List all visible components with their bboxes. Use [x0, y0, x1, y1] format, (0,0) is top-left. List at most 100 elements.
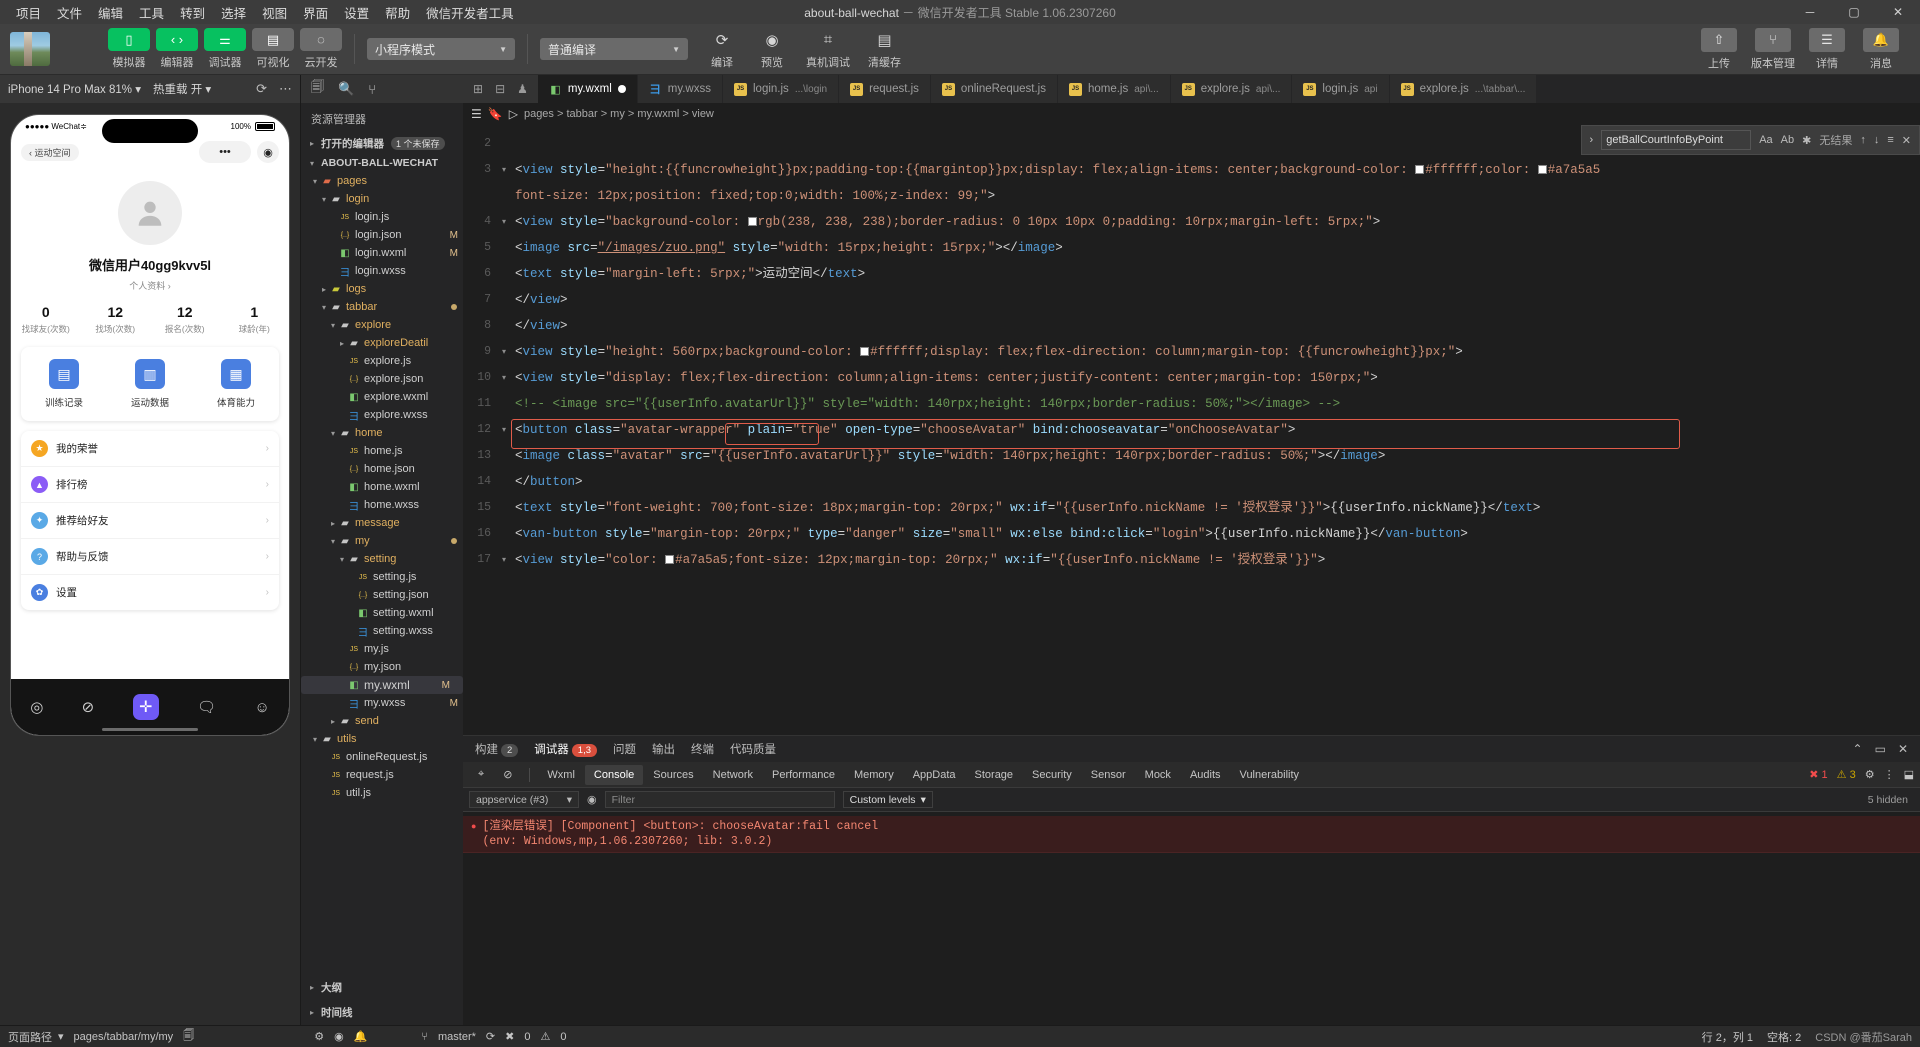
- tree-item[interactable]: ◧ home.wxml: [301, 478, 463, 496]
- tree-arrow-icon[interactable]: ▸: [328, 519, 338, 528]
- chat-icon[interactable]: 🗨: [197, 698, 216, 716]
- editor-tab[interactable]: JS onlineRequest.js: [930, 75, 1058, 103]
- menu-item-3[interactable]: 工具: [131, 0, 172, 25]
- tree-item[interactable]: ▸ ▰ send: [301, 712, 463, 730]
- fold-marker[interactable]: ▾: [497, 157, 511, 183]
- chevron-right-icon[interactable]: ›: [1590, 134, 1594, 146]
- find-previous-icon[interactable]: ↑: [1860, 134, 1866, 146]
- close-capsule[interactable]: ◉: [257, 141, 279, 163]
- status-settings-icon[interactable]: ⚙: [314, 1030, 324, 1043]
- close-button[interactable]: ✕: [1876, 0, 1920, 24]
- menu-item-8[interactable]: 设置: [336, 0, 377, 25]
- status-error-count[interactable]: 0: [524, 1031, 530, 1043]
- sliders-toggle[interactable]: ⚌ 调试器: [204, 28, 246, 70]
- list-item[interactable]: ★ 我的荣誉 ›: [21, 431, 279, 467]
- status-warn-count[interactable]: 0: [560, 1031, 566, 1043]
- console-levels-select[interactable]: Custom levels ▾: [842, 791, 933, 808]
- tree-item[interactable]: JS onlineRequest.js: [301, 748, 463, 766]
- tree-item[interactable]: JS home.js: [301, 442, 463, 460]
- devtools-tab-memory[interactable]: Memory: [845, 765, 903, 785]
- warning-count-group[interactable]: ⚠ 3: [1837, 768, 1856, 781]
- fold-marker[interactable]: [497, 313, 511, 339]
- search-icon[interactable]: 🔍: [338, 81, 354, 97]
- tree-item[interactable]: ▾ ▰ login: [301, 190, 463, 208]
- tree-item[interactable]: 彐 my.wxss M: [301, 694, 463, 712]
- tree-arrow-icon[interactable]: ▾: [310, 177, 320, 186]
- regex-icon[interactable]: ✱: [1802, 134, 1811, 147]
- close-panel-icon[interactable]: ✕: [1898, 742, 1908, 756]
- avatar[interactable]: [118, 181, 182, 245]
- split-editor-icon[interactable]: ⊞: [473, 82, 483, 96]
- capsule-buttons[interactable]: •••: [199, 141, 251, 163]
- tree-item[interactable]: 彐 login.wxss: [301, 262, 463, 280]
- page-path-group[interactable]: 页面路径 ▾: [8, 1029, 64, 1045]
- outline-icon[interactable]: ☰: [471, 107, 482, 121]
- toggle-panel-icon[interactable]: ⊟: [495, 82, 505, 96]
- find-widget[interactable]: › Aa Ab ✱ 无结果 ↑ ↓ ≡ ✕: [1580, 125, 1920, 155]
- tree-arrow-icon[interactable]: ▸: [337, 339, 347, 348]
- devtools-tab-security[interactable]: Security: [1023, 765, 1081, 785]
- profile-link[interactable]: 个人资料 ›: [11, 279, 289, 292]
- devtools-tab-sensor[interactable]: Sensor: [1082, 765, 1135, 785]
- upload-button[interactable]: ⇧ 上传: [1698, 27, 1740, 71]
- debugger-tab[interactable]: 终端: [691, 741, 714, 757]
- whole-word-icon[interactable]: Ab: [1781, 134, 1794, 146]
- menu-item-10[interactable]: 微信开发者工具: [418, 0, 522, 25]
- tree-item[interactable]: {..} login.json M: [301, 226, 463, 244]
- code-editor[interactable]: 2 3 4 5 6 7 8 9 10 11 12 13 14 15 16 17 ▾ ▾ ▾ ▾ ▾ ▾ <view st…: [463, 125, 1920, 735]
- tree-item[interactable]: {..} home.json: [301, 460, 463, 478]
- eye-icon[interactable]: ◉: [587, 793, 597, 806]
- tree-item[interactable]: ▾ ▰ setting: [301, 550, 463, 568]
- copy-icon[interactable]: 🗐: [183, 1027, 194, 1046]
- tree-arrow-icon[interactable]: ▾: [328, 321, 338, 330]
- layout-toggle[interactable]: ▤ 可视化: [252, 28, 294, 70]
- hot-reload-toggle[interactable]: 热重载 开 ▾: [153, 81, 211, 97]
- dock-icon[interactable]: ⬓: [1904, 768, 1914, 781]
- fold-marker[interactable]: [497, 391, 511, 417]
- more-icon[interactable]: ⋮: [1884, 768, 1895, 781]
- menu-item-9[interactable]: 帮助: [377, 0, 418, 25]
- fold-marker[interactable]: [497, 287, 511, 313]
- inspect-icon[interactable]: ⌖: [469, 764, 493, 785]
- fold-marker[interactable]: ▾: [497, 365, 511, 391]
- fold-marker[interactable]: ▾: [497, 547, 511, 573]
- tree-item[interactable]: ◧ login.wxml M: [301, 244, 463, 262]
- maximize-button[interactable]: ▢: [1832, 0, 1876, 24]
- tree-item[interactable]: 彐 home.wxss: [301, 496, 463, 514]
- list-item[interactable]: ✿ 设置 ›: [21, 575, 279, 610]
- tree-item[interactable]: ▾ ▰ my: [301, 532, 463, 550]
- eye-button[interactable]: ◉ 预览: [756, 28, 788, 70]
- menu-item-2[interactable]: 编辑: [90, 0, 131, 25]
- editor-tab[interactable]: JS home.js api\...: [1057, 75, 1171, 103]
- tree-item[interactable]: ▸ ▰ message: [301, 514, 463, 532]
- tree-item[interactable]: JS my.js: [301, 640, 463, 658]
- branch-name[interactable]: master*: [438, 1031, 476, 1043]
- status-bell-icon[interactable]: 🔔: [354, 1030, 368, 1043]
- fold-marker[interactable]: ▾: [497, 339, 511, 365]
- bookmark-icon[interactable]: 🔖: [488, 107, 503, 121]
- phone-toggle[interactable]: ▯ 模拟器: [108, 28, 150, 70]
- menu-item-7[interactable]: 界面: [295, 0, 336, 25]
- devtools-tab-audits[interactable]: Audits: [1181, 765, 1230, 785]
- smile-icon[interactable]: ☺: [254, 699, 269, 716]
- devtools-tab-sources[interactable]: Sources: [644, 765, 702, 785]
- compile-select[interactable]: 普通编译 ▼: [540, 38, 688, 60]
- editor-tab[interactable]: JS login.js ...\login: [723, 75, 840, 103]
- tree-item[interactable]: JS util.js: [301, 784, 463, 802]
- bell-button[interactable]: 🔔 消息: [1860, 27, 1902, 71]
- cloud-toggle[interactable]: ◌ 云开发: [300, 28, 342, 70]
- tree-item[interactable]: ▾ ▰ tabbar: [301, 298, 463, 316]
- menu-button[interactable]: ☰ 详情: [1806, 27, 1848, 71]
- tree-arrow-icon[interactable]: ▾: [328, 429, 338, 438]
- training-card[interactable]: ▤ 训练记录: [21, 359, 107, 409]
- editor-tab[interactable]: JS login.js api: [1292, 75, 1390, 103]
- indentation-setting[interactable]: 空格: 2: [1767, 1029, 1801, 1045]
- debugger-tab[interactable]: 调试器 1,3: [534, 741, 598, 757]
- tree-item[interactable]: ◧ explore.wxml: [301, 388, 463, 406]
- editor-tab[interactable]: JS request.js: [839, 75, 931, 103]
- console-filter-input[interactable]: Filter: [604, 791, 835, 808]
- fold-marker[interactable]: ▾: [497, 209, 511, 235]
- fold-markers[interactable]: ▾ ▾ ▾ ▾ ▾ ▾: [497, 125, 511, 735]
- devtools-tab-mock[interactable]: Mock: [1136, 765, 1180, 785]
- editor-tab[interactable]: JS explore.js api\...: [1170, 75, 1293, 103]
